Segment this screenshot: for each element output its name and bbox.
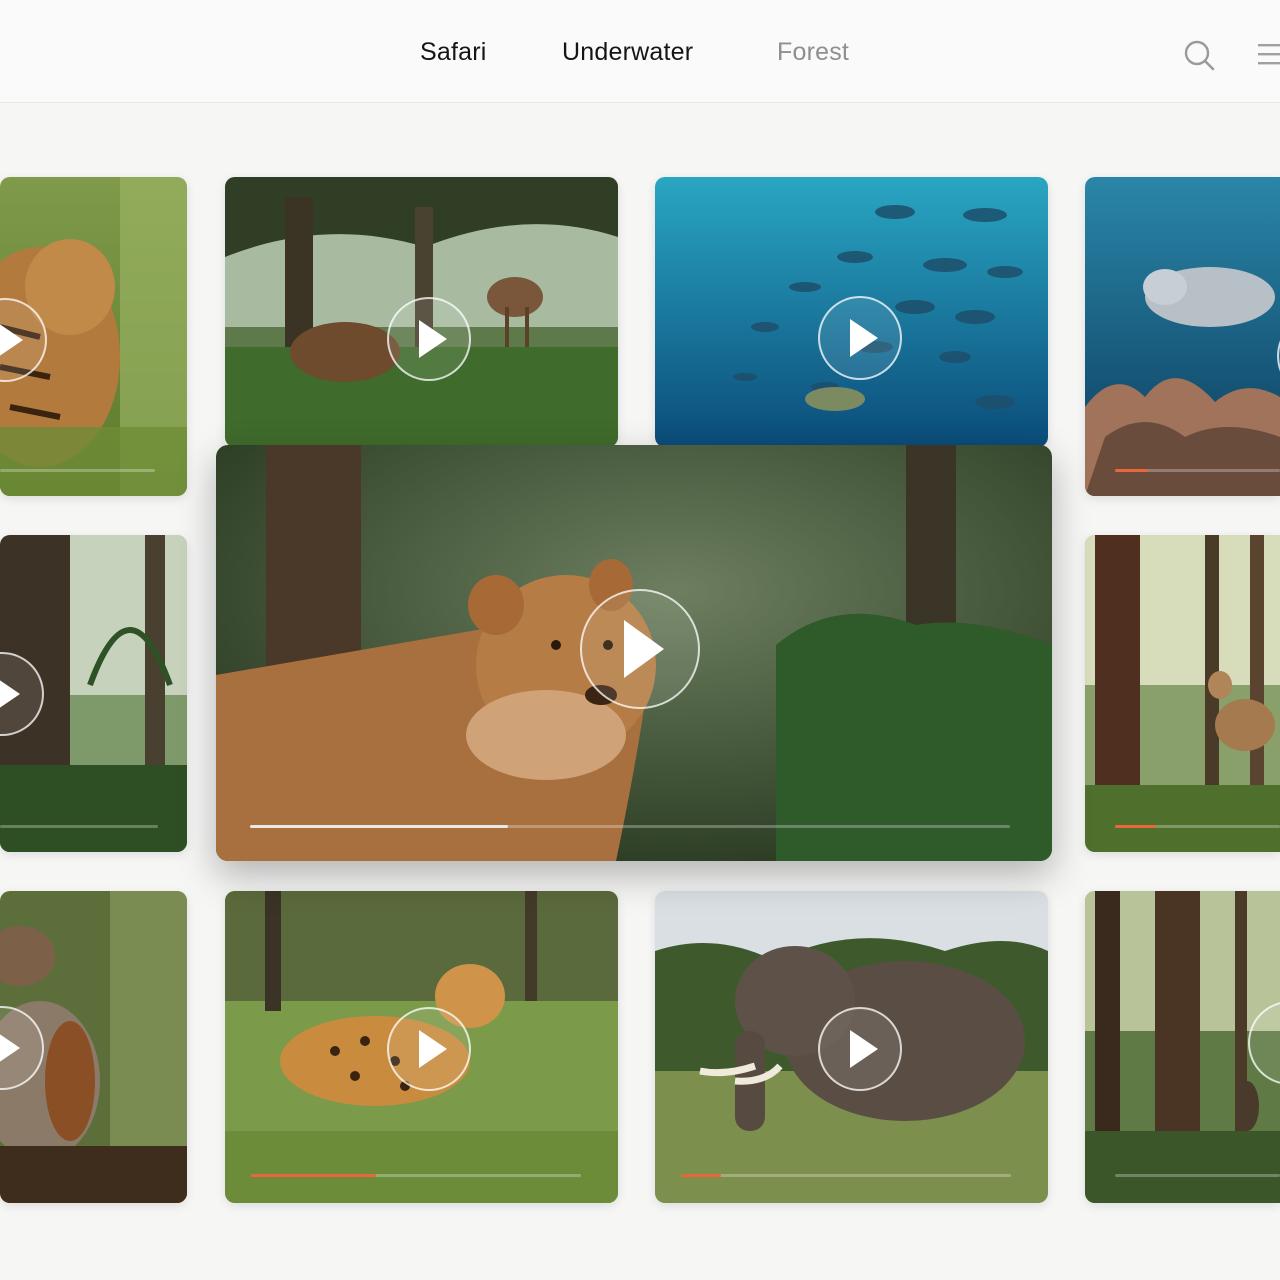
video-card-seal-reef[interactable] [1085, 177, 1280, 496]
video-progress-bar[interactable] [0, 825, 158, 828]
video-thumbnail [1085, 177, 1280, 496]
video-card-forest-bird[interactable] [1085, 891, 1280, 1203]
play-icon[interactable] [818, 1007, 902, 1091]
featured-video-progress-bar[interactable] [250, 825, 1010, 828]
video-card-leopard-grass[interactable] [0, 177, 187, 496]
tab-safari[interactable]: Safari [420, 38, 487, 67]
video-progress-bar[interactable] [251, 1174, 581, 1177]
search-button[interactable] [1182, 38, 1216, 72]
video-card-leopard-walk[interactable] [225, 891, 618, 1203]
video-progress-bar[interactable] [1115, 825, 1280, 828]
video-thumbnail [1085, 535, 1280, 852]
video-progress-bar[interactable] [0, 469, 155, 472]
video-progress-bar[interactable] [681, 1174, 1011, 1177]
tab-underwater[interactable]: Underwater [562, 38, 693, 67]
video-card-deer-forest[interactable] [225, 177, 618, 447]
featured-play-icon[interactable] [580, 589, 700, 709]
play-icon[interactable] [387, 1007, 471, 1091]
search-icon [1184, 40, 1215, 71]
video-card-elephant[interactable] [655, 891, 1048, 1203]
video-progress-bar[interactable] [1115, 469, 1280, 472]
video-card-fish-school[interactable] [655, 177, 1048, 447]
play-icon[interactable] [818, 296, 902, 380]
menu-button[interactable] [1258, 38, 1280, 72]
video-progress-bar[interactable] [1115, 1174, 1280, 1177]
video-card-monkey[interactable] [0, 891, 187, 1203]
top-nav-bar: Safari Underwater Forest [0, 0, 1280, 103]
play-icon[interactable] [387, 297, 471, 381]
video-card-tall-trees[interactable] [0, 535, 187, 852]
video-card-deer-woods[interactable] [1085, 535, 1280, 852]
tab-forest[interactable]: Forest [777, 38, 849, 67]
menu-icon [1258, 44, 1280, 65]
featured-video-card-lioness[interactable] [216, 445, 1052, 861]
